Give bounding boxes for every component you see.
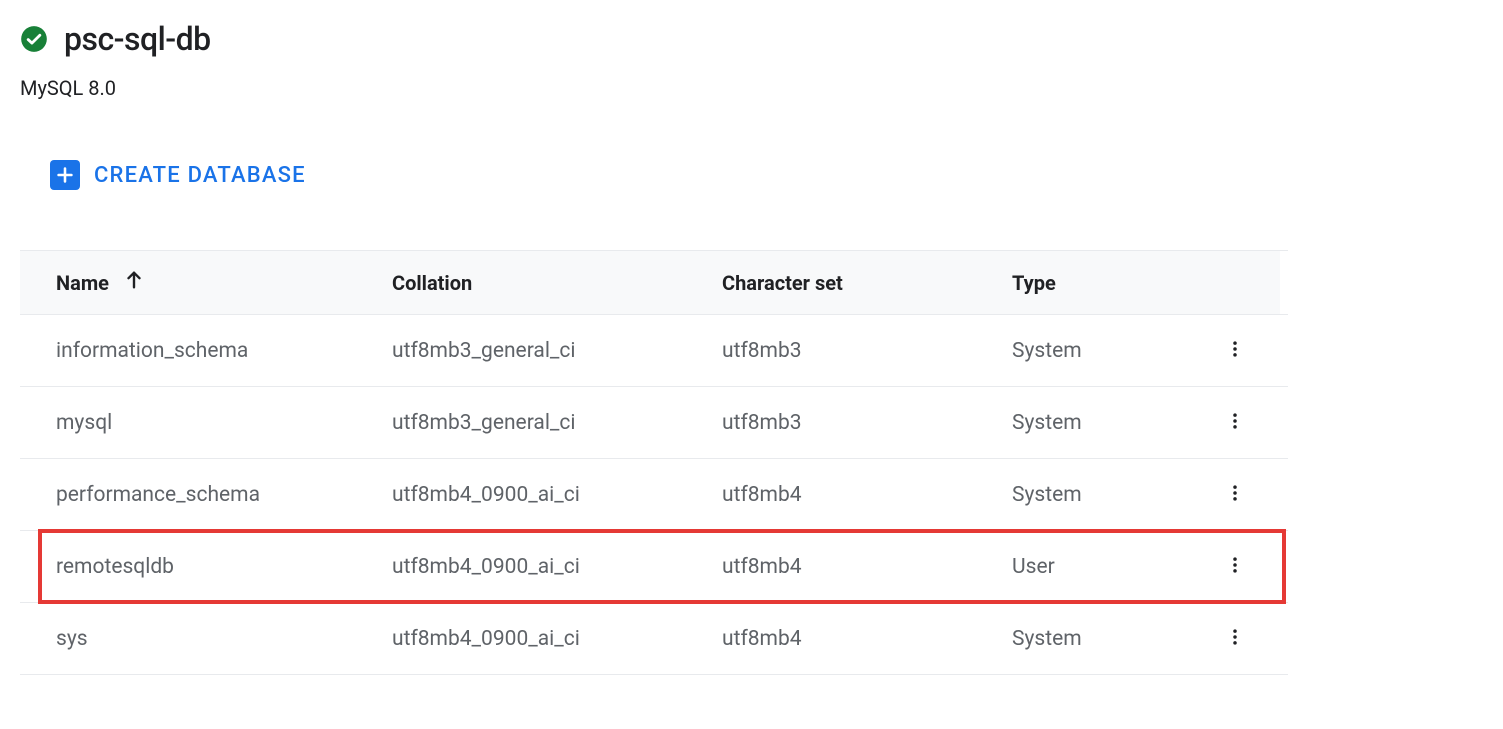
cell-type: System xyxy=(980,315,1210,387)
cell-name: performance_schema xyxy=(20,459,360,531)
more-vert-icon xyxy=(1225,483,1245,506)
cell-name: remotesqldb xyxy=(20,531,360,603)
cell-collation: utf8mb3_general_ci xyxy=(360,315,690,387)
create-database-button[interactable]: CREATE DATABASE xyxy=(50,160,306,190)
cell-name: mysql xyxy=(20,387,360,459)
column-header-type[interactable]: Type xyxy=(1012,271,1056,295)
row-actions-button[interactable] xyxy=(1219,549,1251,584)
table-row: sysutf8mb4_0900_ai_ciutf8mb4System xyxy=(20,603,1288,675)
instance-subtitle: MySQL 8.0 xyxy=(20,76,1483,100)
cell-charset: utf8mb3 xyxy=(690,387,980,459)
column-header-charset[interactable]: Character set xyxy=(722,271,843,295)
cell-charset: utf8mb3 xyxy=(690,315,980,387)
row-actions-button[interactable] xyxy=(1219,405,1251,440)
cell-collation: utf8mb4_0900_ai_ci xyxy=(360,459,690,531)
more-vert-icon xyxy=(1225,555,1245,578)
more-vert-icon xyxy=(1225,411,1245,434)
cell-name: sys xyxy=(20,603,360,675)
cell-type: System xyxy=(980,459,1210,531)
cell-type: System xyxy=(980,387,1210,459)
instance-title: psc-sql-db xyxy=(64,20,211,58)
cell-collation: utf8mb3_general_ci xyxy=(360,387,690,459)
create-database-label: CREATE DATABASE xyxy=(94,163,306,188)
cell-charset: utf8mb4 xyxy=(690,531,980,603)
column-header-name-label: Name xyxy=(56,271,109,295)
page-header: psc-sql-db xyxy=(20,20,1483,58)
column-header-collation[interactable]: Collation xyxy=(392,271,472,295)
table-header-row: Name Collation Character set Type xyxy=(20,251,1288,315)
cell-charset: utf8mb4 xyxy=(690,459,980,531)
more-vert-icon xyxy=(1225,627,1245,650)
status-ok-icon xyxy=(20,25,48,53)
sort-asc-icon xyxy=(123,269,145,296)
cell-collation: utf8mb4_0900_ai_ci xyxy=(360,531,690,603)
row-actions-button[interactable] xyxy=(1219,621,1251,656)
cell-type: System xyxy=(980,603,1210,675)
cell-charset: utf8mb4 xyxy=(690,603,980,675)
table-row: information_schemautf8mb3_general_ciutf8… xyxy=(20,315,1288,387)
table-row: performance_schemautf8mb4_0900_ai_ciutf8… xyxy=(20,459,1288,531)
more-vert-icon xyxy=(1225,339,1245,362)
cell-name: information_schema xyxy=(20,315,360,387)
row-actions-button[interactable] xyxy=(1219,477,1251,512)
row-actions-button[interactable] xyxy=(1219,333,1251,368)
column-header-name[interactable]: Name xyxy=(56,269,145,296)
cell-collation: utf8mb4_0900_ai_ci xyxy=(360,603,690,675)
plus-icon xyxy=(50,160,80,190)
table-row: mysqlutf8mb3_general_ciutf8mb3System xyxy=(20,387,1288,459)
table-row: remotesqldbutf8mb4_0900_ai_ciutf8mb4User xyxy=(20,531,1288,603)
cell-type: User xyxy=(980,531,1210,603)
databases-table: Name Collation Character set Type inform… xyxy=(20,250,1288,675)
